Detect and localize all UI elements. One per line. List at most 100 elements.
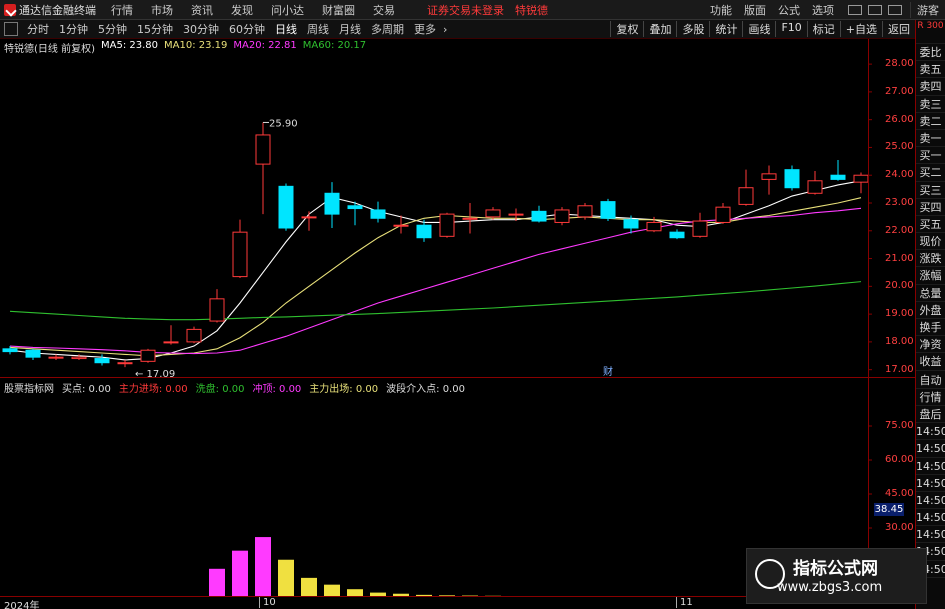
side-tab-main-9[interactable]: 买四 — [916, 199, 945, 216]
candle-body — [623, 219, 639, 229]
period-60min[interactable]: 60分钟 — [224, 21, 270, 37]
side-tab-main-8[interactable]: 买三 — [916, 182, 945, 199]
period-more[interactable]: 更多 — [409, 21, 441, 37]
period-month[interactable]: 月线 — [334, 21, 366, 37]
side-tab-sub-9[interactable]: 14:50 — [916, 526, 945, 544]
price-tick-label: 18.00 — [885, 335, 914, 347]
period-week[interactable]: 周线 — [302, 21, 334, 37]
side-tab-main-16[interactable]: 换手 — [916, 319, 945, 337]
candle — [600, 198, 616, 222]
side-tab-sub-1[interactable]: 行情 — [916, 389, 945, 406]
candle-body — [393, 224, 409, 227]
button-overlay[interactable]: 叠加 — [643, 21, 676, 37]
period-day[interactable]: 日线 — [270, 21, 302, 37]
side-tab-main-3[interactable]: 卖三 — [916, 96, 945, 113]
period-5min[interactable]: 5分钟 — [93, 21, 132, 37]
trade-login-warning[interactable]: 证券交易未登录 — [418, 2, 513, 18]
side-panel-main-tabs: 委比 卖五 卖四 卖三 卖二 卖一 买一 买二 买三 买四 买五 现价 涨跌 涨幅 总量 外盘 换手 净资 收益 — [916, 44, 945, 371]
side-tab-main-0[interactable]: 委比 — [916, 44, 945, 62]
button-draw[interactable]: 画线 — [742, 21, 775, 37]
button-adjust[interactable]: 复权 — [610, 21, 643, 37]
menu-item-quotes[interactable]: 行情 — [102, 2, 142, 18]
side-tab-sub-8[interactable]: 14:50 — [916, 509, 945, 527]
side-tab-sub-2[interactable]: 盘后 — [916, 406, 945, 424]
toolbar-menu-icon[interactable] — [4, 22, 18, 36]
candle-body — [485, 209, 501, 218]
side-tab-sub-6[interactable]: 14:50 — [916, 475, 945, 492]
side-tab-main-13[interactable]: 涨幅 — [916, 267, 945, 285]
button-mark[interactable]: 标记 — [806, 21, 840, 37]
minimize-icon[interactable] — [848, 4, 862, 15]
candle-body — [761, 173, 777, 180]
button-stats[interactable]: 统计 — [709, 21, 742, 37]
candle — [577, 203, 593, 220]
candle-body — [646, 221, 662, 232]
candle — [370, 201, 386, 223]
side-tab-sub-4[interactable]: 14:50 — [916, 440, 945, 458]
button-add-watchlist[interactable]: +自选 — [839, 21, 882, 37]
date-label-start: 2024年 — [4, 601, 40, 609]
candle-body — [25, 349, 41, 358]
side-tab-main-17[interactable]: 净资 — [916, 336, 945, 354]
side-tab-main-7[interactable]: 买二 — [916, 164, 945, 182]
side-tab-sub-0[interactable]: 自动 — [916, 372, 945, 389]
button-f10[interactable]: F10 — [775, 21, 806, 37]
button-multi-stock[interactable]: 多股 — [676, 21, 709, 37]
side-tab-main-10[interactable]: 买五 — [916, 216, 945, 234]
period-15min[interactable]: 15分钟 — [132, 21, 178, 37]
price-tick-label: 17.00 — [885, 363, 914, 375]
period-1min[interactable]: 1分钟 — [54, 21, 93, 37]
price-tick-label: 23.00 — [885, 197, 914, 208]
menu-item-news[interactable]: 资讯 — [182, 2, 222, 18]
candle — [416, 219, 432, 242]
side-tab-main-2[interactable]: 卖四 — [916, 78, 945, 96]
menu-item-wealth[interactable]: 财富圈 — [313, 2, 364, 18]
candle-body — [48, 356, 64, 359]
menu-item-formula[interactable]: 公式 — [772, 2, 806, 18]
more-chevron-icon[interactable]: › — [441, 23, 449, 36]
menu-item-market[interactable]: 市场 — [142, 2, 182, 18]
side-tab-main-11[interactable]: 现价 — [916, 233, 945, 251]
side-tab-sub-5[interactable]: 14:50 — [916, 458, 945, 475]
side-tab-main-4[interactable]: 卖二 — [916, 113, 945, 130]
candle-body — [2, 348, 18, 353]
price-tick-label: 26.00 — [885, 113, 914, 125]
maximize-icon[interactable] — [868, 4, 882, 15]
side-tab-main-6[interactable]: 买一 — [916, 147, 945, 165]
price-tick-label: 28.00 — [885, 58, 914, 70]
period-30min[interactable]: 30分钟 — [178, 21, 224, 37]
guest-account[interactable]: 游客 — [910, 1, 945, 18]
side-tab-main-12[interactable]: 涨跌 — [916, 250, 945, 268]
candle-body — [462, 217, 478, 220]
side-tab-main-14[interactable]: 总量 — [916, 285, 945, 302]
menu-item-layout[interactable]: 版面 — [738, 2, 772, 18]
candlestick-chart[interactable]: 25.90← 17.09 财 — [0, 39, 915, 378]
close-icon[interactable] — [888, 4, 902, 15]
candle-body — [347, 205, 363, 210]
menu-item-function[interactable]: 功能 — [704, 2, 738, 18]
candle — [554, 207, 570, 226]
candle-body — [324, 192, 340, 215]
indicator-tick-label: 60.00 — [885, 454, 914, 465]
menu-item-discover[interactable]: 发现 — [222, 2, 262, 18]
period-intraday[interactable]: 分时 — [22, 21, 54, 37]
ma-line-ma60 — [9, 281, 862, 321]
candle-body — [554, 209, 570, 223]
side-tab-sub-7[interactable]: 14:50 — [916, 492, 945, 510]
side-tab-main-15[interactable]: 外盘 — [916, 302, 945, 319]
button-back[interactable]: 返回 — [882, 21, 915, 37]
menu-item-ask[interactable]: 问小达 — [262, 2, 313, 18]
period-multi[interactable]: 多周期 — [366, 21, 409, 37]
candle — [462, 203, 478, 234]
menu-bar: 通达信金融终端 行情 市场 资讯 发现 问小达 财富圈 交易 证券交易未登录 特… — [0, 0, 945, 20]
indicator-bar — [347, 589, 363, 596]
menu-item-options[interactable]: 选项 — [806, 2, 840, 18]
menu-item-trade[interactable]: 交易 — [364, 2, 404, 18]
side-tab-sub-3[interactable]: 14:50 — [916, 423, 945, 441]
side-tab-main-1[interactable]: 卖五 — [916, 61, 945, 79]
ma-line-ma5 — [9, 180, 862, 361]
candle — [255, 122, 271, 215]
candle — [25, 348, 41, 360]
side-tab-main-18[interactable]: 收益 — [916, 353, 945, 371]
side-tab-main-5[interactable]: 卖一 — [916, 130, 945, 148]
